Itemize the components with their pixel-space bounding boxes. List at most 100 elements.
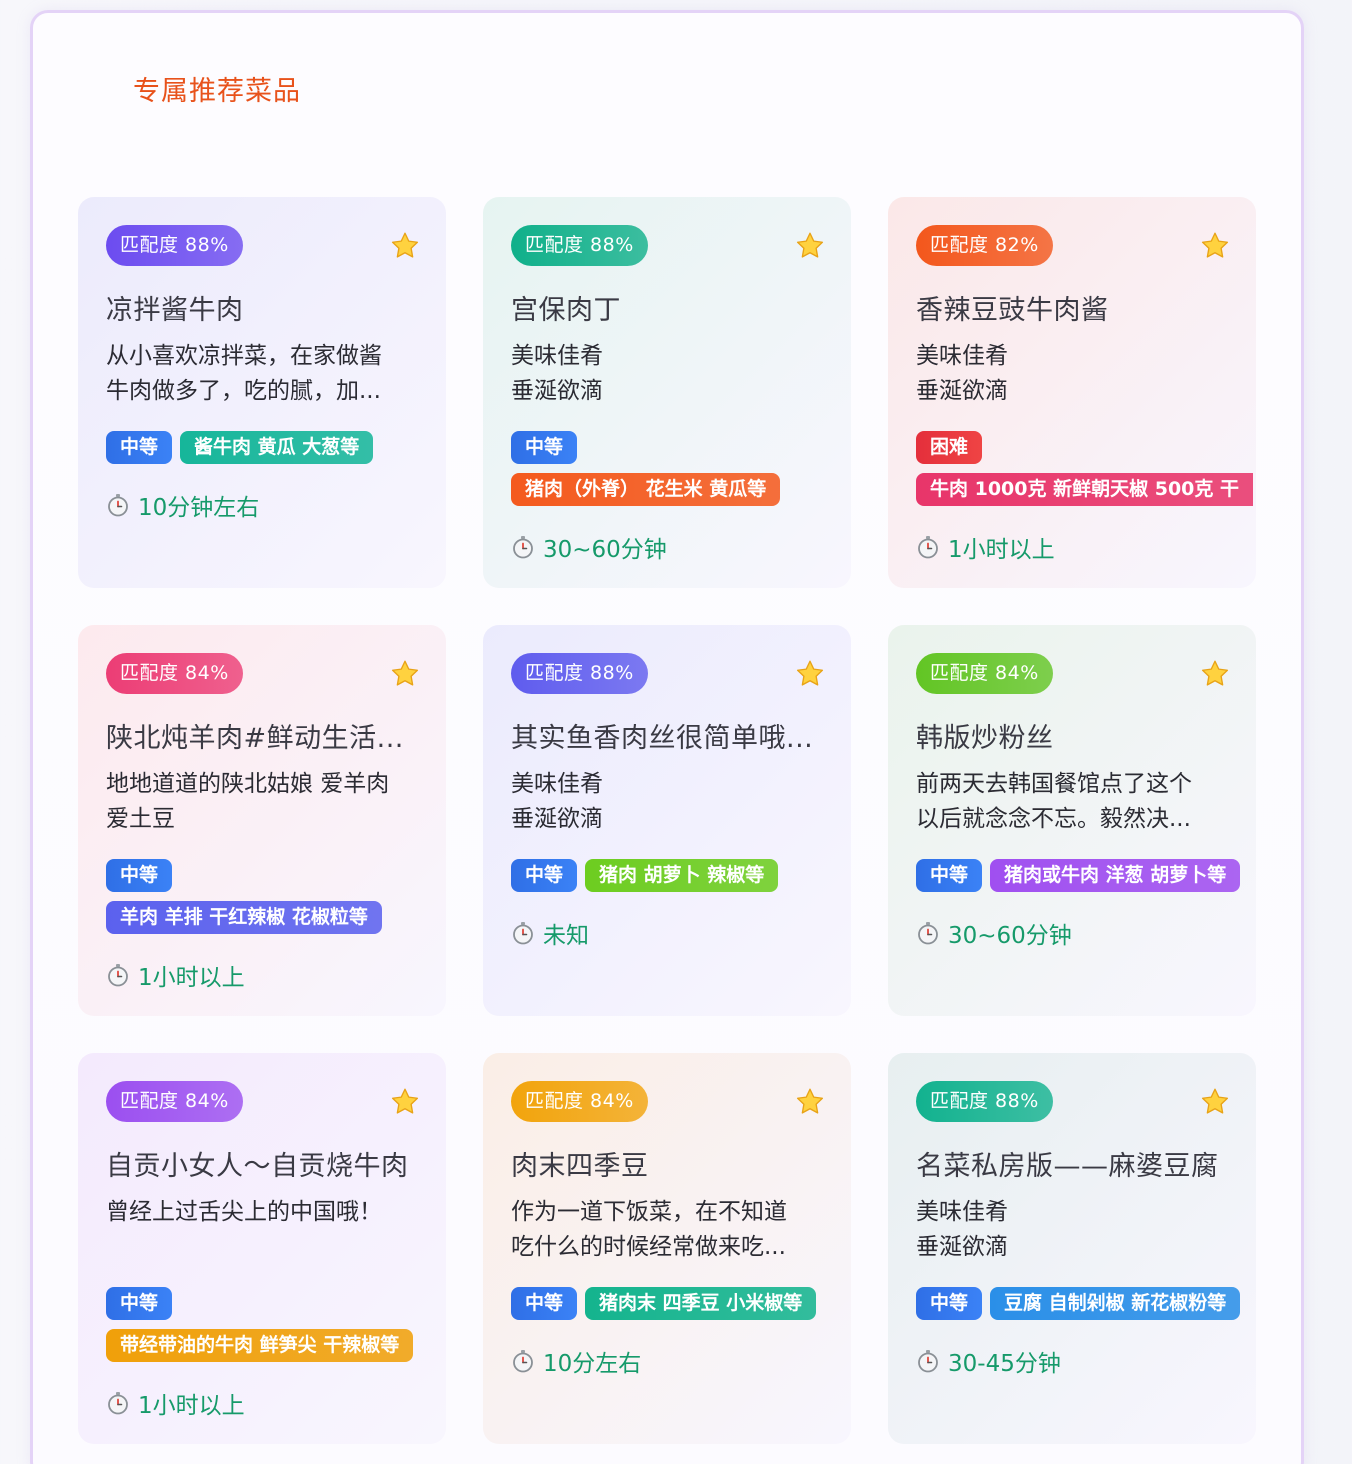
dish-title: 名菜私房版——麻婆豆腐 bbox=[916, 1151, 1219, 1182]
dish-title: 凉拌酱牛肉 bbox=[106, 295, 244, 326]
difficulty-tag: 中等 bbox=[511, 1287, 578, 1320]
description-line: 曾经上过舌尖上的中国哦！ bbox=[106, 1199, 382, 1225]
timer-icon bbox=[511, 921, 535, 945]
tag-list: 中等 猪肉或牛肉 洋葱 胡萝卜等 bbox=[916, 859, 1256, 892]
dish-grid: 匹配度 88% 凉拌酱牛肉从小喜欢凉拌菜，在家做酱 牛肉做多了，吃的腻，加... 中等… bbox=[78, 197, 1256, 1444]
favorite-star-icon[interactable] bbox=[1200, 659, 1230, 689]
match-badge: 匹配度 84% bbox=[511, 1081, 648, 1122]
dish-card[interactable]: 匹配度 88% 名菜私房版——麻婆豆腐美味佳肴垂涎欲滴中等 豆腐 自制剁椒 新花椒粉… bbox=[888, 1053, 1256, 1444]
section-title: 专属推荐菜品 bbox=[133, 76, 301, 107]
match-badge: 匹配度 82% bbox=[916, 225, 1053, 266]
match-badge: 匹配度 84% bbox=[106, 653, 243, 694]
cook-time: 未知 bbox=[511, 916, 851, 950]
timer-icon bbox=[916, 921, 940, 945]
tag-list: 中等羊肉 羊排 干红辣椒 花椒粒等 bbox=[106, 859, 446, 934]
ingredients-tag: 牛肉 1000克 新鲜朝天椒 500克 干 bbox=[916, 473, 1254, 506]
match-badge: 匹配度 88% bbox=[511, 653, 648, 694]
timer-icon bbox=[106, 1391, 130, 1415]
dish-card[interactable]: 匹配度 88% 宫保肉丁 美味佳肴 垂涎欲滴 中等 猪肉（外脊） 花生米 黄瓜等 30~60… bbox=[483, 197, 851, 588]
tag-list: 中等 带经带油的牛肉 鲜笋尖 干辣椒等 bbox=[106, 1287, 446, 1362]
dish-title: 其实鱼香肉丝很简单哦... bbox=[511, 723, 814, 754]
timer-icon bbox=[511, 535, 535, 559]
dish-description: 作为一道下饭菜，在不知道 吃什么的时候经常做来吃... bbox=[511, 1195, 821, 1265]
dish-description: 前两天去韩国餐馆点了这个 以后就念念不忘。毅然决... bbox=[916, 767, 1226, 837]
description-line: 以后就念念不忘。毅然决... bbox=[916, 806, 1191, 832]
ingredients-tag: 带经带油的牛肉 鲜笋尖 干辣椒等 bbox=[106, 1329, 414, 1362]
dish-title: 肉末四季豆 bbox=[511, 1151, 649, 1182]
cook-time: 1小时以上 bbox=[106, 1386, 446, 1420]
cook-time-text: 未知 bbox=[543, 923, 589, 949]
difficulty-tag: 中等 bbox=[916, 859, 983, 892]
cook-time: 10分钟左右 bbox=[106, 488, 446, 522]
cook-time-text: 1小时以上 bbox=[948, 537, 1055, 563]
timer-icon bbox=[511, 1349, 535, 1373]
ingredients-tag: 酱牛肉 黄瓜 大葱等 bbox=[180, 431, 374, 464]
dish-card[interactable]: 匹配度 88% 其实鱼香肉丝很简单哦... 美味佳肴垂涎欲滴中等 猪肉 胡萝卜 辣椒等… bbox=[483, 625, 851, 1016]
favorite-star-icon[interactable] bbox=[1200, 1087, 1230, 1117]
cook-time: 1小时以上 bbox=[916, 530, 1256, 564]
ingredients-tag: 猪肉 胡萝卜 辣椒等 bbox=[585, 859, 779, 892]
favorite-star-icon[interactable] bbox=[1200, 231, 1230, 261]
description-line: 吃什么的时候经常做来吃... bbox=[511, 1234, 786, 1260]
dish-description: 美味佳肴 垂涎欲滴 bbox=[511, 767, 821, 837]
dish-card[interactable]: 匹配度 88% 凉拌酱牛肉从小喜欢凉拌菜，在家做酱 牛肉做多了，吃的腻，加... 中等… bbox=[78, 197, 446, 588]
cook-time: 30~60分钟 bbox=[511, 530, 851, 564]
description-line: 前两天去韩国餐馆点了这个 bbox=[916, 771, 1192, 797]
description-line: 爱土豆 bbox=[106, 806, 175, 832]
favorite-star-icon[interactable] bbox=[795, 1087, 825, 1117]
dish-title: 韩版炒粉丝 bbox=[916, 723, 1054, 754]
dish-description: 从小喜欢凉拌菜，在家做酱 牛肉做多了，吃的腻，加... bbox=[106, 339, 416, 409]
description-line: 垂涎欲滴 bbox=[511, 806, 603, 832]
ingredients-tag: 猪肉（外脊） 花生米 黄瓜等 bbox=[511, 473, 781, 506]
dish-description: 美味佳肴 垂涎欲滴 bbox=[511, 339, 821, 409]
description-line: 美味佳肴 bbox=[511, 771, 603, 797]
favorite-star-icon[interactable] bbox=[390, 1087, 420, 1117]
cook-time: 30-45分钟 bbox=[916, 1344, 1256, 1378]
tag-list: 中等 猪肉末 四季豆 小米椒等 bbox=[511, 1287, 851, 1320]
cook-time: 10分左右 bbox=[511, 1344, 851, 1378]
favorite-star-icon[interactable] bbox=[795, 231, 825, 261]
dish-description: 美味佳肴 垂涎欲滴 bbox=[916, 339, 1226, 409]
cook-time: 30~60分钟 bbox=[916, 916, 1256, 950]
difficulty-tag: 中等 bbox=[106, 431, 173, 464]
timer-icon bbox=[916, 1349, 940, 1373]
ingredients-tag: 羊肉 羊排 干红辣椒 花椒粒等 bbox=[106, 901, 382, 934]
dish-description: 曾经上过舌尖上的中国哦！ bbox=[106, 1195, 416, 1265]
match-badge: 匹配度 88% bbox=[106, 225, 243, 266]
difficulty-tag: 中等 bbox=[106, 859, 173, 892]
cook-time-text: 30~60分钟 bbox=[543, 537, 667, 563]
difficulty-tag: 中等 bbox=[511, 431, 578, 464]
favorite-star-icon[interactable] bbox=[390, 231, 420, 261]
tag-list: 中等 猪肉 胡萝卜 辣椒等 bbox=[511, 859, 851, 892]
favorite-star-icon[interactable] bbox=[795, 659, 825, 689]
ingredients-tag: 猪肉末 四季豆 小米椒等 bbox=[585, 1287, 817, 1320]
description-line: 美味佳肴 bbox=[916, 1199, 1008, 1225]
description-line: 牛肉做多了，吃的腻，加... bbox=[106, 378, 381, 404]
difficulty-tag: 中等 bbox=[511, 859, 578, 892]
description-line: 垂涎欲滴 bbox=[916, 1234, 1008, 1260]
ingredients-tag: 豆腐 自制剁椒 新花椒粉等 bbox=[990, 1287, 1241, 1320]
cook-time: 1小时以上 bbox=[106, 958, 446, 992]
dish-card[interactable]: 匹配度 84% 肉末四季豆作为一道下饭菜，在不知道 吃什么的时候经常做来吃... 中等… bbox=[483, 1053, 851, 1444]
dish-card[interactable]: 匹配度 82% 香辣豆豉牛肉酱 美味佳肴 垂涎欲滴 困难 牛肉 1000克 新鲜朝天椒 5… bbox=[888, 197, 1256, 588]
cook-time-text: 1小时以上 bbox=[138, 1393, 245, 1419]
tag-list: 中等猪肉（外脊） 花生米 黄瓜等 bbox=[511, 431, 851, 506]
dish-card[interactable]: 匹配度 84% 自贡小女人～自贡烧牛肉 曾经上过舌尖上的中国哦！ 中等 带经带油的牛肉 … bbox=[78, 1053, 446, 1444]
dish-card[interactable]: 匹配度 84% 陕北炖羊肉#鲜动生活... 地地道道的陕北姑娘 爱羊肉 爱土豆中等羊肉… bbox=[78, 625, 446, 1016]
ingredients-tag: 猪肉或牛肉 洋葱 胡萝卜等 bbox=[990, 859, 1241, 892]
tag-list: 困难牛肉 1000克 新鲜朝天椒 500克 干 bbox=[916, 431, 1256, 506]
cook-time-text: 10分钟左右 bbox=[138, 495, 260, 521]
difficulty-tag: 困难 bbox=[916, 431, 983, 464]
dish-card[interactable]: 匹配度 84% 韩版炒粉丝 前两天去韩国餐馆点了这个 以后就念念不忘。毅然决... 中等… bbox=[888, 625, 1256, 1016]
match-badge: 匹配度 88% bbox=[916, 1081, 1053, 1122]
difficulty-tag: 中等 bbox=[916, 1287, 983, 1320]
dish-title: 陕北炖羊肉#鲜动生活... bbox=[106, 723, 404, 754]
dish-title: 自贡小女人～自贡烧牛肉 bbox=[106, 1151, 409, 1182]
description-line: 美味佳肴 bbox=[916, 343, 1008, 369]
description-line: 美味佳肴 bbox=[511, 343, 603, 369]
cook-time-text: 30~60分钟 bbox=[948, 923, 1072, 949]
dish-description: 地地道道的陕北姑娘 爱羊肉 爱土豆 bbox=[106, 767, 416, 837]
favorite-star-icon[interactable] bbox=[390, 659, 420, 689]
description-line: 垂涎欲滴 bbox=[511, 378, 603, 404]
description-line: 作为一道下饭菜，在不知道 bbox=[511, 1199, 787, 1225]
